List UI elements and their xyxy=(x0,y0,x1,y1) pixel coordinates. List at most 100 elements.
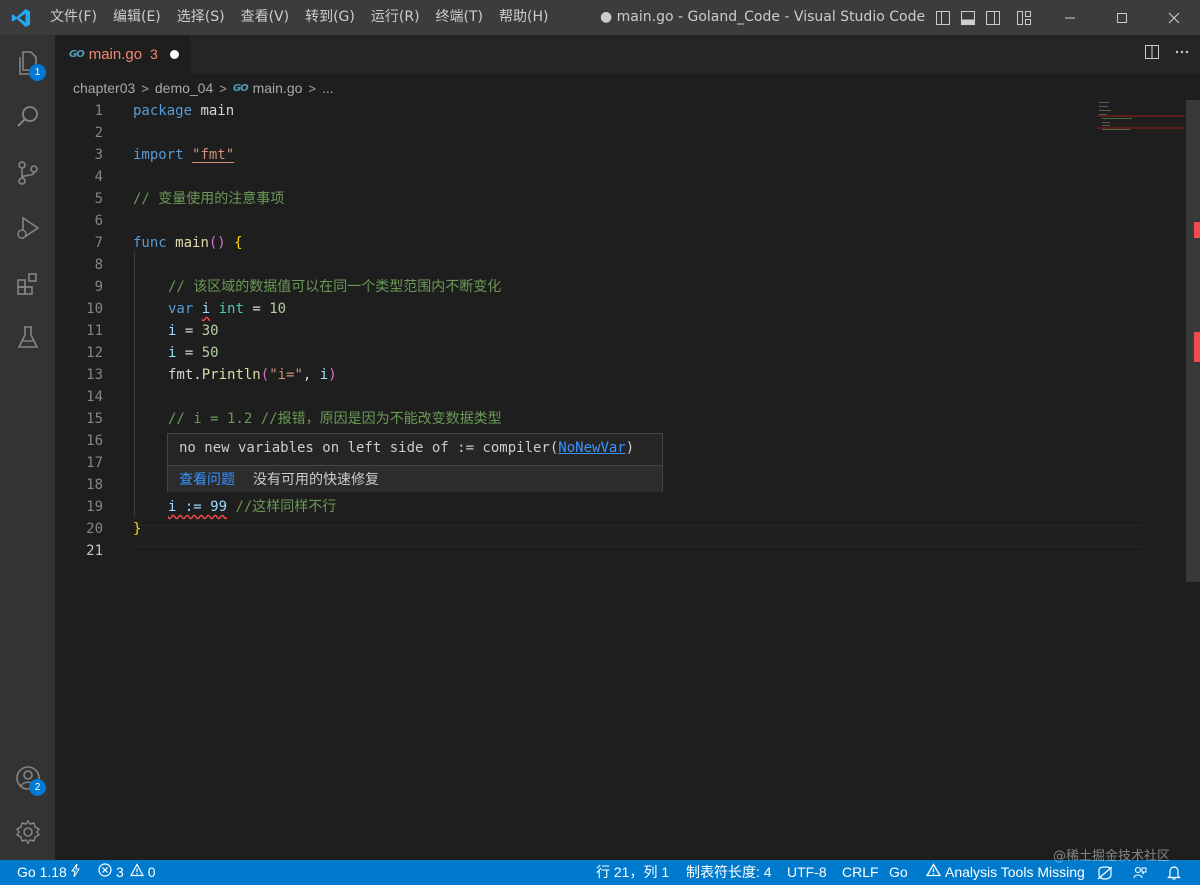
menu-file[interactable]: 文件(F) xyxy=(42,0,105,35)
title-bar: 文件(F) 编辑(E) 选择(S) 查看(V) 转到(G) 运行(R) 终端(T… xyxy=(0,0,1200,35)
minimap[interactable] xyxy=(1097,100,1185,160)
variable-i-error[interactable]: i xyxy=(202,301,210,317)
chevron-right-icon: > xyxy=(219,80,227,96)
package-ref: fmt xyxy=(168,367,194,383)
search-icon[interactable] xyxy=(0,92,55,142)
tab-size[interactable]: 制表符长度: 4 xyxy=(686,860,772,885)
editor-actions xyxy=(1144,35,1190,73)
code-line: 3 import "fmt" xyxy=(55,144,1145,166)
tab-label: main.go xyxy=(88,45,143,63)
tab-main-go[interactable]: GO main.go 3 xyxy=(55,35,190,73)
toggle-secondary-sidebar-icon[interactable] xyxy=(980,0,1005,35)
problems-indicator[interactable]: 3 0 xyxy=(98,860,156,885)
go-version[interactable]: Go 1.18 xyxy=(17,860,80,885)
minimap-line xyxy=(1099,106,1108,107)
toggle-primary-sidebar-icon[interactable] xyxy=(930,0,955,35)
source-control-icon[interactable] xyxy=(0,148,55,198)
toggle-panel-icon[interactable] xyxy=(955,0,980,35)
scrollbar-error-marker xyxy=(1194,222,1200,238)
warning-count: 0 xyxy=(147,864,156,880)
more-actions-icon[interactable] xyxy=(1174,44,1190,64)
code-line: 2 xyxy=(55,122,1145,144)
extensions-icon[interactable] xyxy=(0,259,55,309)
maximize-icon[interactable] xyxy=(1096,0,1148,35)
encoding[interactable]: UTF-8 xyxy=(787,860,827,885)
no-quick-fix-label: 没有可用的快速修复 xyxy=(253,471,379,487)
minimize-icon[interactable] xyxy=(1044,0,1096,35)
menu-run[interactable]: 运行(R) xyxy=(363,0,428,35)
run-debug-icon[interactable] xyxy=(0,203,55,253)
number-literal: 30 xyxy=(201,323,219,339)
parens: () xyxy=(208,235,226,251)
short-declaration-error[interactable]: i := 99 xyxy=(168,499,227,515)
menu-view[interactable]: 查看(V) xyxy=(233,0,298,35)
tab-bar: GO main.go 3 xyxy=(55,35,1200,73)
menu-selection[interactable]: 选择(S) xyxy=(169,0,233,35)
testing-icon[interactable] xyxy=(0,313,55,363)
open-brace: { xyxy=(234,235,243,251)
customize-layout-icon[interactable] xyxy=(1011,0,1036,35)
cursor-position[interactable]: 行 21，列 1 xyxy=(596,860,669,885)
code-editor[interactable]: 1 package main 2 3 import "fmt" 4 5 // 变量使用… xyxy=(55,100,1185,860)
keyword-package: package xyxy=(133,103,193,119)
menu-bar: 文件(F) 编辑(E) 选择(S) 查看(V) 转到(G) 运行(R) 终端(T… xyxy=(42,0,556,35)
breadcrumb-item-symbols[interactable]: ... xyxy=(322,80,334,96)
code-line: 1 package main xyxy=(55,100,1145,122)
menu-go[interactable]: 转到(G) xyxy=(297,0,363,35)
unsaved-dot-icon[interactable] xyxy=(169,49,179,59)
split-editor-icon[interactable] xyxy=(1144,44,1160,64)
menu-help[interactable]: 帮助(H) xyxy=(491,0,556,35)
line-number: 16 xyxy=(86,433,103,449)
hover-error-code-link[interactable]: NoNewVar xyxy=(558,440,625,456)
line-number: 18 xyxy=(86,477,103,493)
layout-controls xyxy=(930,0,1036,35)
number-literal: 50 xyxy=(201,345,219,361)
explorer-icon[interactable]: 1 xyxy=(0,38,55,88)
code-line: 8 xyxy=(55,254,1145,276)
line-number: 11 xyxy=(86,323,103,339)
menu-edit[interactable]: 编辑(E) xyxy=(105,0,169,35)
code-comment: // 该区域的数据值可以在同一个类型范围内不断变化 xyxy=(168,279,502,295)
hover-message: no new variables on left side of := comp… xyxy=(179,440,634,456)
keyword-import: import xyxy=(133,147,184,163)
code-line: 15 // i = 1.2 //报错，原因是因为不能改变数据类型 xyxy=(55,408,1145,430)
error-icon xyxy=(98,860,112,885)
keyword-var: var xyxy=(168,301,194,317)
line-number: 4 xyxy=(94,169,103,185)
keyword-func: func xyxy=(133,235,167,251)
scrollbar-error-marker xyxy=(1194,332,1200,362)
settings-gear-icon[interactable] xyxy=(0,807,55,857)
breadcrumb-item-chapter03[interactable]: chapter03 xyxy=(73,80,135,96)
minimap-line xyxy=(1102,118,1132,119)
menu-terminal[interactable]: 终端(T) xyxy=(428,0,491,35)
chevron-right-icon: > xyxy=(308,80,316,96)
vertical-scrollbar[interactable] xyxy=(1186,100,1200,860)
code-comment: //这样同样不行 xyxy=(235,499,337,515)
line-number: 19 xyxy=(86,499,103,515)
breadcrumb-item-main-go[interactable]: main.go xyxy=(253,80,303,96)
warning-icon xyxy=(129,860,144,885)
accounts-badge: 2 xyxy=(29,779,46,796)
minimap-line xyxy=(1102,122,1110,123)
go-version-label: Go 1.18 xyxy=(17,864,67,880)
paren-open: ( xyxy=(260,367,270,383)
code-line: 19 i := 99 //这样同样不行 xyxy=(55,496,1145,518)
window-controls xyxy=(1044,0,1200,35)
breadcrumb-item-demo04[interactable]: demo_04 xyxy=(155,80,213,96)
import-path: "fmt" xyxy=(192,147,235,163)
accounts-icon[interactable]: 2 xyxy=(0,753,55,803)
variable-i: i xyxy=(319,367,329,383)
go-file-icon: GO xyxy=(69,48,85,60)
code-line: 5 // 变量使用的注意事项 xyxy=(55,188,1145,210)
code-comment: // i = 1.2 //报错，原因是因为不能改变数据类型 xyxy=(168,411,502,427)
close-icon[interactable] xyxy=(1148,0,1200,35)
code-comment: // 变量使用的注意事项 xyxy=(133,191,285,207)
view-problem-link[interactable]: 查看问题 xyxy=(179,469,235,489)
language-mode[interactable]: Go xyxy=(889,860,908,885)
line-number: 15 xyxy=(86,411,103,427)
line-number: 7 xyxy=(94,235,103,251)
chevron-right-icon: > xyxy=(141,80,149,96)
breadcrumb: chapter03 > demo_04 > GO main.go > ... xyxy=(55,76,334,100)
line-ending[interactable]: CRLF xyxy=(842,860,879,885)
code-line: 14 xyxy=(55,386,1145,408)
